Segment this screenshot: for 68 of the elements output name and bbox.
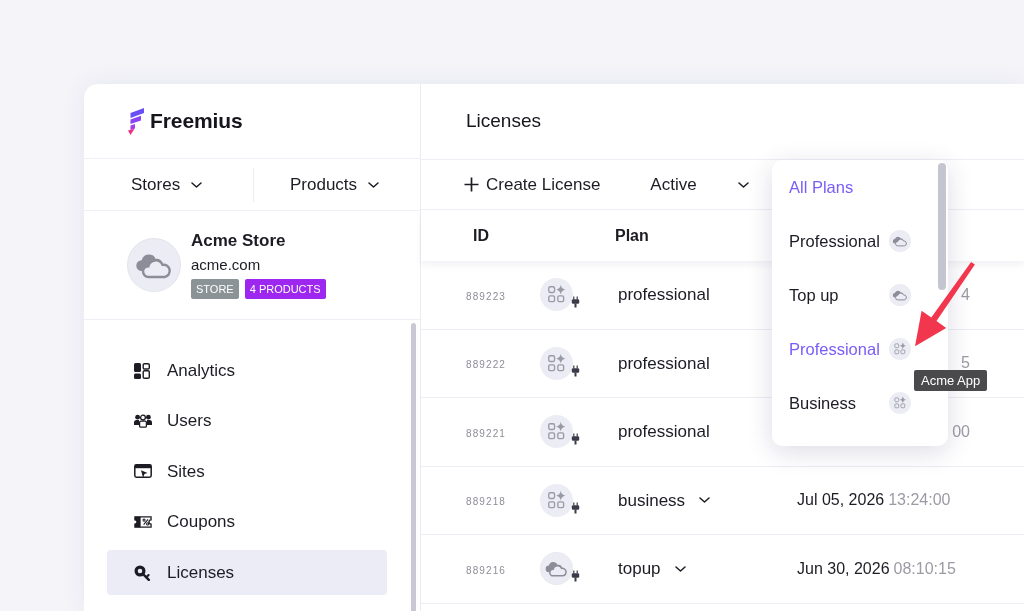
nav-item[interactable]: Users [107,398,387,444]
plan-name: professional [618,352,710,375]
plan-dropdown[interactable]: business [618,485,711,515]
brand-name: Freemius [150,108,243,135]
plan-name: professional [618,284,710,306]
create-license-button[interactable]: Create License [464,168,601,201]
plug-icon [571,433,580,446]
cloud-icon [889,284,911,306]
caret-icon [674,565,686,572]
plus-icon [464,177,479,192]
app-grid-icon [889,338,911,360]
cloud-icon [540,552,573,586]
ticket-icon [134,515,152,529]
switcher-dropdown[interactable]: Stores [131,170,203,199]
plan-dropdown[interactable]: topup [618,554,686,584]
store-name: Acme Store [191,230,287,252]
app-grid-icon [889,392,911,414]
time-text: 4 [961,284,970,305]
scrollbar-thumb[interactable] [411,323,416,611]
tooltip: Acme App [914,370,988,391]
key-icon [134,564,150,581]
caret-icon [699,497,711,504]
nav-item[interactable]: Analytics [107,348,387,393]
plug-icon [571,570,580,583]
store-domain: acme.com [191,256,262,275]
caret-icon [191,181,203,188]
store-tag: STORE [191,279,239,300]
plug-icon [571,296,580,309]
license-id: 889223 [466,290,506,302]
cloud-icon [889,230,911,252]
plan-name: professional [618,421,710,443]
nav-item[interactable]: Sites [107,449,387,494]
status-filter[interactable]: Active [650,168,750,201]
plan-option[interactable]: Business [772,376,917,430]
app-grid-icon [540,278,573,312]
column-header: Plan [615,226,649,244]
scrollbar-thumb[interactable] [938,163,946,290]
nav-item[interactable]: Licenses [107,550,387,595]
dashboard-icon [134,362,150,379]
license-id: 889222 [466,359,506,371]
caret-icon [368,181,380,188]
page-title: Licenses [466,110,541,133]
plug-icon [571,501,580,514]
plan-option[interactable]: All Plans [772,160,917,214]
browser-cursor-icon [134,464,152,479]
license-id: 889221 [466,427,506,439]
switcher-dropdown[interactable]: Products [290,170,380,199]
nav-item[interactable]: Coupons [107,499,387,545]
logo-mark-icon [128,107,145,135]
license-id: 889216 [466,564,506,576]
users-icon [134,414,152,428]
plug-icon [571,364,580,377]
date-text: Jun 30, 2026 [797,558,890,579]
app-grid-icon [540,483,573,517]
caret-icon [738,181,750,188]
date-text: Jul 05, 2026 [797,490,885,511]
cloud-icon [127,238,181,292]
license-id: 889218 [466,496,506,508]
store-tag: 4 PRODUCTS [244,279,326,300]
time-text: 08:10:15 [893,558,956,579]
plan-option[interactable]: Top up [772,268,917,322]
time-text: 00 [952,421,970,442]
app-grid-icon [540,415,573,449]
plan-option[interactable]: Professional [772,322,917,376]
app-grid-icon [540,346,573,380]
column-header: ID [473,226,489,244]
plan-option[interactable]: Professional [772,214,917,268]
time-text: 13:24:00 [888,490,951,511]
